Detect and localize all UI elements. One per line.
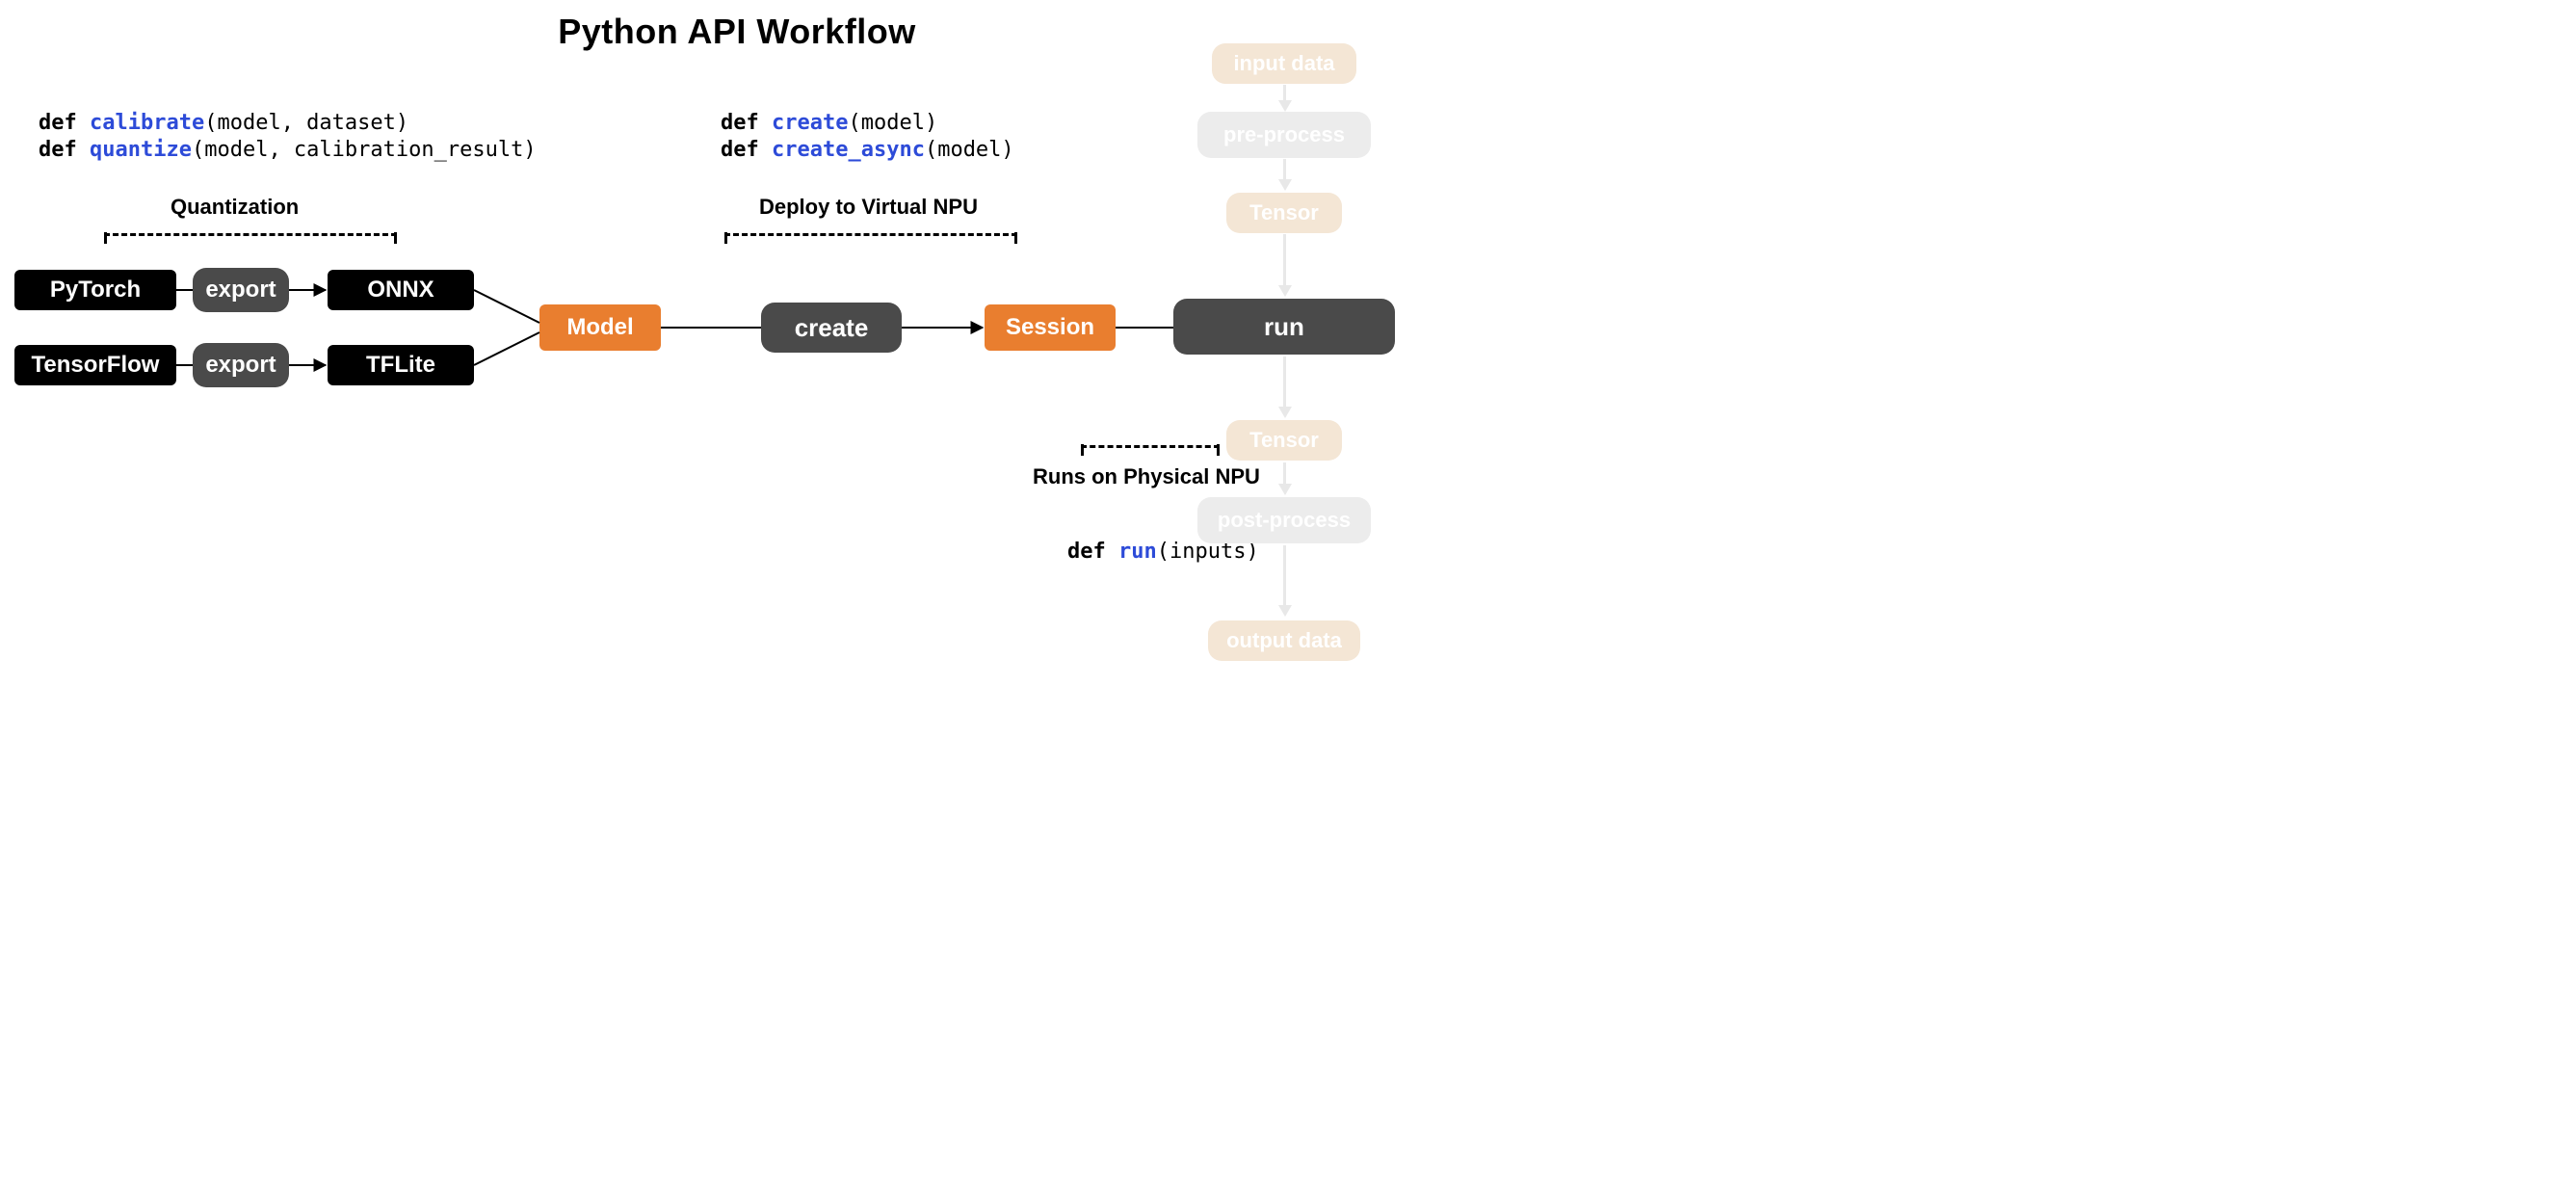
node-model: Model	[539, 304, 661, 351]
code-create-async: def create_async(model)	[721, 138, 1014, 162]
faded-arrow-3-line	[1283, 234, 1286, 286]
node-create: create	[761, 303, 902, 353]
section-run-label: Runs on Physical NPU	[1033, 464, 1260, 489]
node-run: run	[1173, 299, 1395, 355]
node-onnx: ONNX	[328, 270, 474, 310]
faded-arrow-6-head	[1278, 605, 1292, 617]
faded-tensor-in: Tensor	[1226, 193, 1342, 233]
faded-arrow-5-head	[1278, 484, 1292, 495]
faded-arrow-2-line	[1283, 159, 1286, 180]
code-quantize: def quantize(model, calibration_result)	[39, 138, 537, 162]
section-quantization-label: Quantization	[171, 195, 299, 220]
faded-post-process: post-process	[1197, 497, 1371, 543]
node-tflite: TFLite	[328, 345, 474, 385]
node-pytorch: PyTorch	[14, 270, 176, 310]
faded-arrow-1-head	[1278, 100, 1292, 112]
node-session: Session	[985, 304, 1116, 351]
faded-arrow-6-line	[1283, 545, 1286, 607]
faded-arrow-4-line	[1283, 356, 1286, 409]
code-create: def create(model)	[721, 111, 937, 135]
node-tensorflow: TensorFlow	[14, 345, 176, 385]
bracket-run	[1081, 445, 1220, 462]
workflow-diagram: Python API Workflow def calibrate(model,…	[0, 0, 1474, 742]
code-calibrate: def calibrate(model, dataset)	[39, 111, 408, 135]
faded-input-data: input data	[1212, 43, 1356, 84]
faded-arrow-2-head	[1278, 179, 1292, 191]
faded-arrow-5-line	[1283, 462, 1286, 486]
node-export-1: export	[193, 268, 289, 312]
faded-output-data: output data	[1208, 620, 1360, 661]
faded-arrow-3-head	[1278, 285, 1292, 297]
section-deploy-label: Deploy to Virtual NPU	[759, 195, 978, 220]
faded-arrow-4-head	[1278, 407, 1292, 418]
faded-pre-process: pre-process	[1197, 112, 1371, 158]
node-export-2: export	[193, 343, 289, 387]
bracket-deploy	[724, 233, 1017, 250]
bracket-quantization	[104, 233, 397, 250]
faded-tensor-out: Tensor	[1226, 420, 1342, 461]
